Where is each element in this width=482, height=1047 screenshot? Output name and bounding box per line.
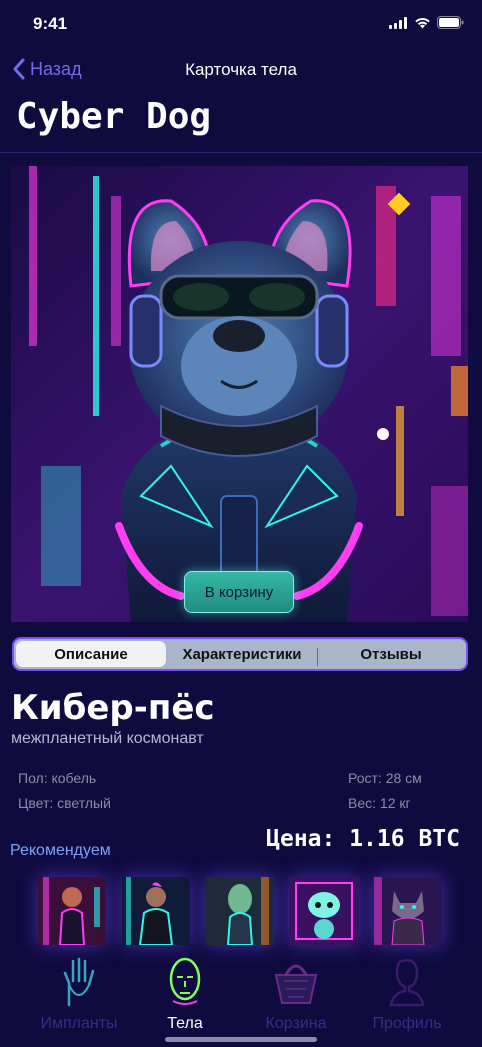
tabbar-item-profile[interactable]: Профиль bbox=[352, 955, 462, 1033]
head-icon bbox=[169, 957, 201, 1005]
tabbar-item-cart[interactable]: Корзина bbox=[241, 955, 351, 1033]
recommend-item-cyber-man[interactable] bbox=[122, 877, 190, 946]
tab-bar: Импланты Тела Корзина Профиль bbox=[0, 955, 482, 1047]
tab-description[interactable]: Описание bbox=[16, 641, 166, 667]
segmented-control: Описание Характеристики Отзывы bbox=[12, 637, 468, 671]
nav-title: Карточка тела bbox=[185, 60, 297, 79]
recommend-list bbox=[38, 877, 442, 946]
recommend-item-alien-woman[interactable] bbox=[206, 877, 274, 946]
tabbar-item-implants[interactable]: Импланты bbox=[24, 955, 134, 1033]
status-icons bbox=[389, 16, 464, 29]
divider bbox=[0, 152, 482, 153]
tab-reviews[interactable]: Отзывы bbox=[318, 641, 464, 667]
profile-icon bbox=[389, 959, 425, 1007]
add-to-cart-button[interactable]: В корзину bbox=[184, 571, 294, 613]
signal-icon bbox=[389, 16, 407, 29]
product-image bbox=[11, 166, 468, 622]
status-bar: 9:41 bbox=[0, 0, 482, 50]
attr-height: Рост: 28 см bbox=[348, 770, 422, 786]
attr-gender: Пол: кобель bbox=[18, 770, 97, 786]
tabbar-label-implants: Импланты bbox=[40, 1015, 118, 1032]
attr-weight: Вес: 12 кг bbox=[348, 795, 411, 811]
tabbar-item-bodies[interactable]: Тела bbox=[130, 955, 240, 1033]
navigation-bar: Назад Карточка тела bbox=[0, 52, 482, 92]
cyber-dog-illustration bbox=[11, 166, 468, 622]
page-title: Cyber Dog bbox=[16, 96, 212, 137]
hand-implant-icon bbox=[63, 957, 95, 1007]
recommend-item-alien-creature[interactable] bbox=[290, 877, 358, 945]
attr-color: Цвет: светлый bbox=[18, 795, 111, 811]
recommend-label: Рекомендуем bbox=[10, 842, 111, 859]
recommend-item-cyber-cat[interactable] bbox=[374, 877, 442, 946]
basket-icon bbox=[274, 964, 318, 1004]
product-subtitle: межпланетный космонавт bbox=[11, 730, 204, 747]
product-price: Цена: 1.16 BTC bbox=[266, 826, 460, 852]
tabbar-label-cart: Корзина bbox=[265, 1015, 327, 1032]
tabbar-label-profile: Профиль bbox=[372, 1015, 442, 1032]
home-indicator bbox=[165, 1037, 317, 1042]
wifi-icon bbox=[415, 17, 430, 28]
battery-icon bbox=[437, 16, 464, 29]
tab-characteristics[interactable]: Характеристики bbox=[166, 641, 318, 667]
product-title: Кибер-пёс bbox=[11, 688, 215, 728]
status-time: 9:41 bbox=[33, 14, 68, 33]
recommend-item-cyber-woman[interactable] bbox=[38, 877, 106, 946]
tabbar-label-bodies: Тела bbox=[167, 1015, 203, 1032]
